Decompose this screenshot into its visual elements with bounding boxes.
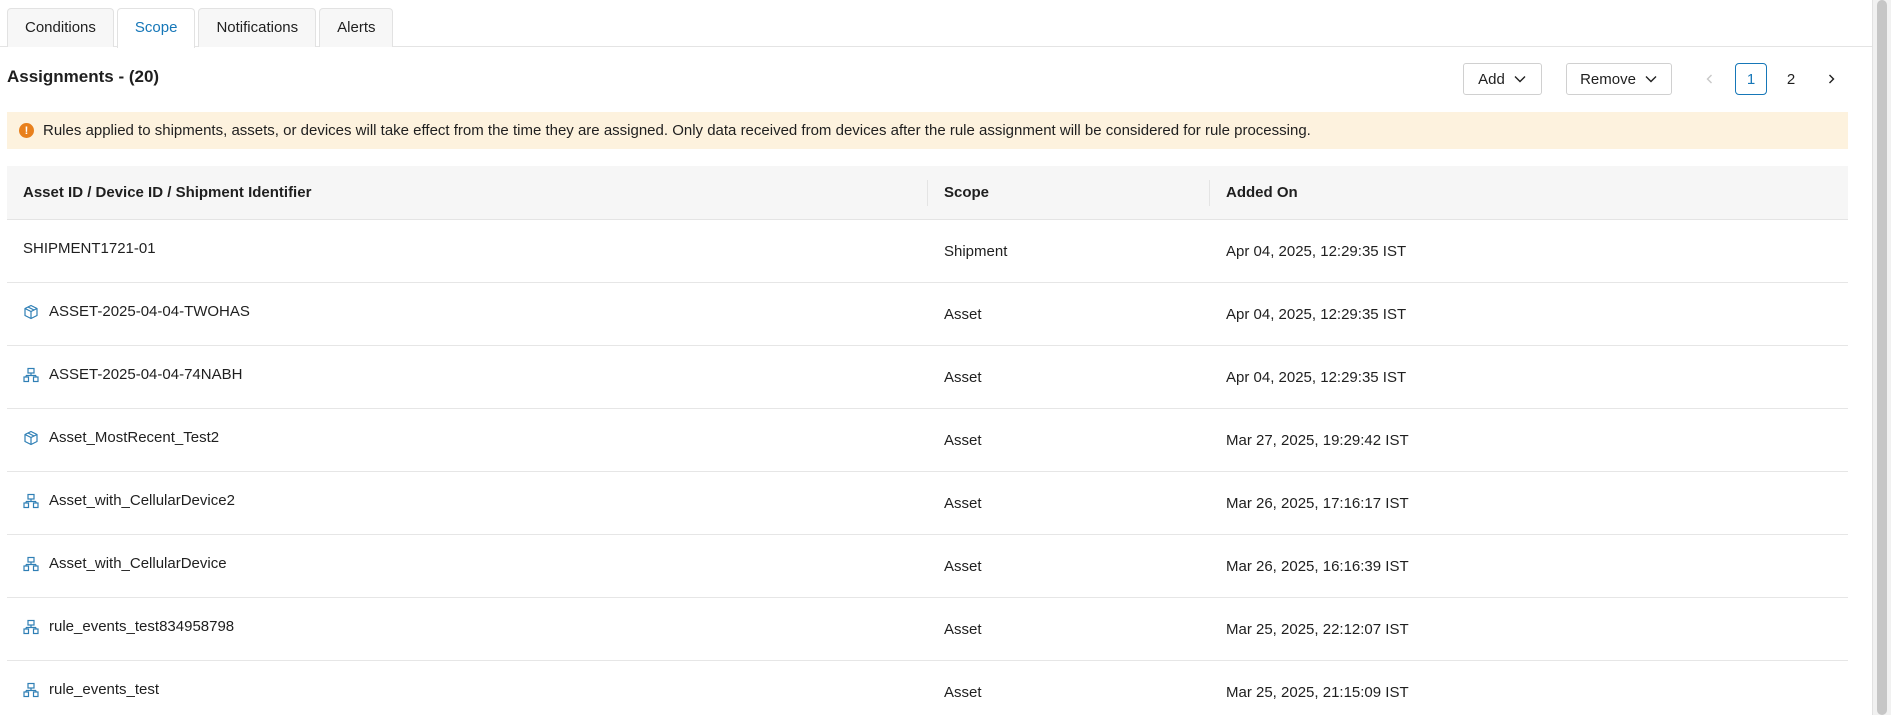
scope-cell: Asset [944, 558, 982, 575]
table-row[interactable]: rule_events_test Asset Mar 25, 2025, 21:… [7, 661, 1848, 715]
info-banner: ! Rules applied to shipments, assets, or… [7, 112, 1848, 149]
chevron-right-icon[interactable] [1817, 63, 1845, 95]
page: Conditions Scope Notifications Alerts As… [0, 0, 1891, 715]
chevron-left-icon[interactable] [1696, 63, 1724, 95]
add-button[interactable]: Add [1463, 63, 1542, 95]
identifier-cell: ASSET-2025-04-04-74NABH [23, 366, 242, 383]
added-on-cell: Mar 25, 2025, 21:15:09 IST [1226, 684, 1409, 701]
column-divider [927, 180, 928, 206]
linked-devices-icon [23, 682, 39, 698]
tab-notifications[interactable]: Notifications [198, 8, 317, 47]
linked-devices-icon [23, 367, 39, 383]
added-on-cell: Mar 25, 2025, 22:12:07 IST [1226, 621, 1409, 638]
vertical-scrollbar[interactable] [1872, 0, 1891, 715]
identifier-cell: rule_events_test [23, 681, 159, 698]
added-on-cell: Apr 04, 2025, 12:29:35 IST [1226, 306, 1407, 323]
scope-cell: Asset [944, 621, 982, 638]
column-header-identifier[interactable]: Asset ID / Device ID / Shipment Identifi… [23, 184, 311, 201]
added-on-cell: Apr 04, 2025, 12:29:35 IST [1226, 369, 1407, 386]
add-button-label: Add [1478, 70, 1505, 88]
table-row[interactable]: Asset_with_CellularDevice Asset Mar 26, … [7, 535, 1848, 598]
scope-cell: Asset [944, 684, 982, 701]
exclamation-circle-icon: ! [19, 123, 34, 138]
linked-devices-icon [23, 556, 39, 572]
tab-alerts[interactable]: Alerts [319, 8, 394, 47]
tab-bar: Conditions Scope Notifications Alerts [0, 8, 1872, 48]
identifier-cell: Asset_MostRecent_Test2 [23, 429, 219, 446]
scrollbar-thumb[interactable] [1877, 0, 1887, 715]
info-banner-text: Rules applied to shipments, assets, or d… [43, 122, 1311, 139]
scope-cell: Asset [944, 432, 982, 449]
scope-cell: Asset [944, 495, 982, 512]
table-row[interactable]: Asset_MostRecent_Test2 Asset Mar 27, 202… [7, 409, 1848, 472]
identifier-cell: Asset_with_CellularDevice [23, 555, 227, 572]
table-header: Asset ID / Device ID / Shipment Identifi… [7, 166, 1848, 220]
identifier-cell: ASSET-2025-04-04-TWOHAS [23, 303, 250, 320]
added-on-cell: Mar 26, 2025, 16:16:39 IST [1226, 558, 1409, 575]
identifier-text[interactable]: ASSET-2025-04-04-TWOHAS [49, 303, 250, 320]
scope-cell: Shipment [944, 243, 1008, 260]
assignments-title: Assignments - (20) [7, 67, 160, 86]
identifier-text[interactable]: rule_events_test [49, 681, 159, 698]
identifier-cell: SHIPMENT1721-01 [23, 240, 156, 257]
table-row[interactable]: SHIPMENT1721-01 Shipment Apr 04, 2025, 1… [7, 220, 1848, 283]
table-row[interactable]: Asset_with_CellularDevice2 Asset Mar 26,… [7, 472, 1848, 535]
linked-devices-icon [23, 619, 39, 635]
remove-button-label: Remove [1580, 70, 1636, 88]
page-button-2[interactable]: 2 [1776, 63, 1806, 95]
table-row[interactable]: ASSET-2025-04-04-TWOHAS Asset Apr 04, 20… [7, 283, 1848, 346]
identifier-text[interactable]: rule_events_test834958798 [49, 618, 234, 635]
identifier-text[interactable]: SHIPMENT1721-01 [23, 240, 156, 257]
column-header-scope[interactable]: Scope [944, 184, 989, 201]
box-icon [23, 430, 39, 446]
column-divider [1209, 180, 1210, 206]
table-row[interactable]: ASSET-2025-04-04-74NABH Asset Apr 04, 20… [7, 346, 1848, 409]
tab-scope[interactable]: Scope [116, 8, 196, 48]
identifier-text[interactable]: ASSET-2025-04-04-74NABH [49, 366, 242, 383]
scope-cell: Asset [944, 369, 982, 386]
remove-button[interactable]: Remove [1566, 63, 1672, 95]
identifier-text[interactable]: Asset_with_CellularDevice [49, 555, 227, 572]
scope-panel: Conditions Scope Notifications Alerts As… [0, 0, 1872, 715]
linked-devices-icon [23, 493, 39, 509]
chevron-down-icon [1644, 72, 1658, 86]
chevron-down-icon [1513, 72, 1527, 86]
identifier-text[interactable]: Asset_MostRecent_Test2 [49, 429, 219, 446]
tab-conditions[interactable]: Conditions [7, 8, 114, 47]
column-header-added-on[interactable]: Added On [1226, 184, 1298, 201]
added-on-cell: Apr 04, 2025, 12:29:35 IST [1226, 243, 1407, 260]
table-row[interactable]: rule_events_test834958798 Asset Mar 25, … [7, 598, 1848, 661]
identifier-cell: Asset_with_CellularDevice2 [23, 492, 235, 509]
added-on-cell: Mar 26, 2025, 17:16:17 IST [1226, 495, 1409, 512]
assignments-table: Asset ID / Device ID / Shipment Identifi… [7, 166, 1848, 715]
page-button-1[interactable]: 1 [1735, 63, 1767, 95]
scope-cell: Asset [944, 306, 982, 323]
identifier-text[interactable]: Asset_with_CellularDevice2 [49, 492, 235, 509]
box-icon [23, 304, 39, 320]
added-on-cell: Mar 27, 2025, 19:29:42 IST [1226, 432, 1409, 449]
identifier-cell: rule_events_test834958798 [23, 618, 234, 635]
